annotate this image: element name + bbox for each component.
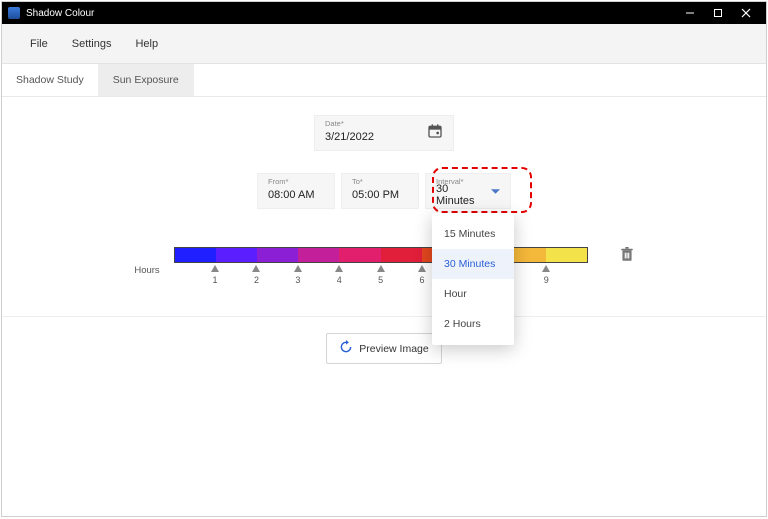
refresh-icon — [339, 340, 353, 357]
tick-row: 123456789 — [174, 263, 588, 293]
minimize-button[interactable] — [676, 2, 704, 24]
tick-triangle-icon — [294, 265, 302, 272]
interval-value: 30 Minutes — [436, 183, 485, 207]
interval-option-15[interactable]: 15 Minutes — [432, 219, 514, 249]
gradient-segment — [298, 248, 339, 262]
app-icon — [8, 7, 20, 19]
tick-marker[interactable]: 3 — [294, 263, 302, 285]
interval-field[interactable]: Interval* 30 Minutes — [425, 173, 511, 209]
interval-option-2hours[interactable]: 2 Hours — [432, 309, 514, 339]
menu-file[interactable]: File — [30, 38, 48, 50]
tab-shadow-study[interactable]: Shadow Study — [2, 64, 99, 96]
date-value: 3/21/2022 — [325, 131, 374, 143]
titlebar: Shadow Colour — [2, 2, 766, 24]
tab-bar: Shadow Study Sun Exposure — [2, 64, 766, 97]
from-value: 08:00 AM — [268, 189, 314, 201]
tick-triangle-icon — [377, 265, 385, 272]
from-time-field[interactable]: From* 08:00 AM — [257, 173, 335, 209]
tick-marker[interactable]: 6 — [418, 263, 426, 285]
date-label: Date* — [325, 119, 344, 128]
tick-triangle-icon — [211, 265, 219, 272]
to-value: 05:00 PM — [352, 189, 399, 201]
to-label: To* — [352, 177, 363, 186]
tick-triangle-icon — [252, 265, 260, 272]
menubar: File Settings Help — [2, 24, 766, 64]
maximize-button[interactable] — [704, 2, 732, 24]
tick-triangle-icon — [542, 265, 550, 272]
preview-image-button[interactable]: Preview Image — [326, 333, 441, 364]
gradient-wrap: 123456789 — [174, 247, 588, 263]
window-title: Shadow Colour — [26, 8, 94, 19]
gradient-segment — [216, 248, 257, 262]
tick-number: 2 — [254, 275, 259, 285]
tick-marker[interactable]: 9 — [542, 263, 550, 285]
tab-sun-exposure[interactable]: Sun Exposure — [99, 64, 194, 96]
tick-number: 9 — [544, 275, 549, 285]
tick-number: 3 — [295, 275, 300, 285]
menu-settings[interactable]: Settings — [72, 38, 112, 50]
hours-label: Hours — [134, 265, 159, 276]
divider — [2, 316, 766, 317]
color-gradient-bar — [174, 247, 588, 263]
tick-number: 5 — [378, 275, 383, 285]
tick-marker[interactable]: 5 — [377, 263, 385, 285]
tick-marker[interactable]: 1 — [211, 263, 219, 285]
gradient-segment — [175, 248, 216, 262]
tick-marker[interactable]: 2 — [252, 263, 260, 285]
delete-icon[interactable] — [620, 247, 634, 268]
calendar-icon[interactable] — [427, 123, 443, 144]
gradient-segment — [381, 248, 422, 262]
close-button[interactable] — [732, 2, 760, 24]
tick-triangle-icon — [418, 265, 426, 272]
tick-marker[interactable]: 4 — [335, 263, 343, 285]
tick-number: 1 — [213, 275, 218, 285]
interval-option-30[interactable]: 30 Minutes — [432, 249, 514, 279]
gradient-segment — [257, 248, 298, 262]
interval-label: Interval* — [436, 177, 464, 186]
tick-number: 6 — [420, 275, 425, 285]
dropdown-caret-icon — [491, 182, 500, 200]
preview-label: Preview Image — [359, 343, 428, 355]
gradient-segment — [339, 248, 380, 262]
to-time-field[interactable]: To* 05:00 PM — [341, 173, 419, 209]
tick-triangle-icon — [335, 265, 343, 272]
tick-number: 4 — [337, 275, 342, 285]
menu-help[interactable]: Help — [135, 38, 158, 50]
from-label: From* — [268, 177, 288, 186]
interval-dropdown: 15 Minutes 30 Minutes Hour 2 Hours — [432, 213, 514, 345]
gradient-segment — [546, 248, 587, 262]
interval-option-hour[interactable]: Hour — [432, 279, 514, 309]
date-field[interactable]: Date* 3/21/2022 — [314, 115, 454, 151]
